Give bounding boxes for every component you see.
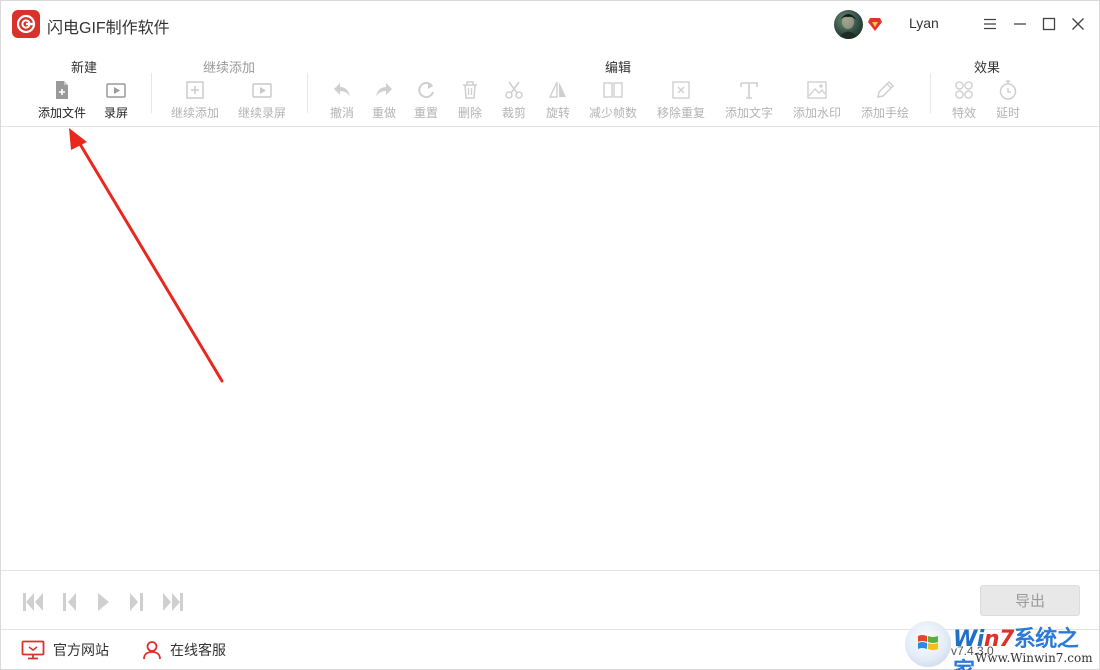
- add-drawing-label: 添加手绘: [860, 106, 909, 120]
- record-camera-icon: [105, 79, 127, 101]
- hamburger-menu-icon: [984, 18, 996, 30]
- rotate-button[interactable]: 旋转: [528, 79, 588, 123]
- user-avatar[interactable]: [834, 10, 863, 39]
- ribbon-toolbar: 新建 继续添加 编辑 效果 添加文件 录屏 继续添加 继续录屏 撤消 重做 重置…: [1, 47, 1099, 127]
- add-drawing-button[interactable]: 添加手绘: [855, 79, 915, 123]
- group-title-edit: 编辑: [604, 60, 632, 75]
- site-watermark: Win7系统之家 Www.Winwin7.com: [901, 619, 1099, 670]
- continue-add-label: 继续添加: [170, 106, 219, 120]
- add-watermark-label: 添加水印: [792, 106, 841, 120]
- online-support-label: 在线客服: [170, 642, 226, 658]
- text-t-icon: [738, 79, 760, 101]
- effects-circles-icon: [953, 79, 975, 101]
- reduce-frames-icon: [602, 79, 624, 101]
- online-support-link[interactable]: 在线客服: [142, 640, 226, 660]
- pencil-icon: [874, 79, 896, 101]
- add-file-label: 添加文件: [37, 106, 86, 120]
- title-bar: 闪电GIF制作软件 Lyan: [1, 1, 1099, 47]
- undo-icon: [331, 79, 353, 101]
- group-title-new: 新建: [70, 60, 98, 75]
- first-frame-button[interactable]: [21, 591, 45, 613]
- play-icon: [98, 593, 109, 611]
- canvas-area[interactable]: [1, 128, 1099, 570]
- stopwatch-icon: [997, 79, 1019, 101]
- app-window: 闪电GIF制作软件 Lyan 新建 继续添加 编辑 效果 添加文件 录屏 继续添…: [0, 0, 1100, 670]
- windows-flag-icon: [918, 635, 938, 650]
- group-title-effects: 效果: [973, 60, 1001, 75]
- monitor-icon: [21, 640, 45, 660]
- add-text-button[interactable]: 添加文字: [719, 79, 779, 123]
- record-screen-button[interactable]: 录屏: [86, 79, 146, 123]
- vip-diamond-icon[interactable]: [867, 16, 883, 32]
- play-button[interactable]: [93, 591, 117, 613]
- rotate-label: 旋转: [545, 106, 570, 120]
- group-title-continue-add: 继续添加: [202, 60, 256, 75]
- app-logo-icon: [12, 10, 40, 38]
- remove-duplicates-button[interactable]: 移除重复: [651, 79, 711, 123]
- trash-icon: [459, 79, 481, 101]
- maximize-button[interactable]: [1038, 13, 1060, 35]
- group-divider: [151, 73, 152, 113]
- continue-add-icon: [184, 79, 206, 101]
- last-frame-button[interactable]: [161, 591, 185, 613]
- record-screen-label: 录屏: [103, 106, 128, 120]
- add-watermark-button[interactable]: 添加水印: [787, 79, 847, 123]
- minimize-button[interactable]: [1009, 13, 1031, 35]
- add-file-button[interactable]: 添加文件: [32, 79, 92, 123]
- username[interactable]: Lyan: [909, 15, 939, 31]
- remove-duplicates-label: 移除重复: [656, 106, 705, 120]
- delay-button[interactable]: 延时: [978, 79, 1038, 123]
- delay-label: 延时: [995, 106, 1020, 120]
- remove-duplicates-icon: [670, 79, 692, 101]
- watermark-url: Www.Winwin7.com: [975, 651, 1093, 665]
- reduce-frames-button[interactable]: 减少帧数: [583, 79, 643, 123]
- next-frame-button[interactable]: [125, 591, 149, 613]
- continue-record-icon: [251, 79, 273, 101]
- official-website-link[interactable]: 官方网站: [21, 640, 109, 660]
- close-icon: [1072, 18, 1084, 30]
- reset-icon: [415, 79, 437, 101]
- previous-frame-button[interactable]: [59, 591, 83, 613]
- flip-triangle-icon: [547, 79, 569, 101]
- continue-add-button[interactable]: 继续添加: [165, 79, 225, 123]
- skip-to-start-icon: [23, 593, 43, 611]
- group-divider: [930, 73, 931, 113]
- reduce-frames-label: 减少帧数: [588, 106, 637, 120]
- menu-button[interactable]: [979, 13, 1001, 35]
- next-frame-icon: [130, 593, 143, 611]
- maximize-icon: [1042, 17, 1056, 31]
- official-website-label: 官方网站: [53, 642, 109, 658]
- scissors-icon: [503, 79, 525, 101]
- annotation-arrow-icon: [69, 128, 224, 383]
- app-title: 闪电GIF制作软件: [47, 20, 170, 37]
- minimize-icon: [1014, 23, 1026, 25]
- previous-frame-icon: [63, 593, 76, 611]
- continue-record-button[interactable]: 继续录屏: [232, 79, 292, 123]
- add-file-icon: [51, 79, 73, 101]
- support-person-icon: [143, 641, 161, 660]
- redo-icon: [373, 79, 395, 101]
- watermark-icon: [806, 79, 828, 101]
- export-button[interactable]: 导出: [980, 585, 1080, 616]
- continue-record-label: 继续录屏: [237, 106, 286, 120]
- close-button[interactable]: [1067, 13, 1089, 35]
- skip-to-end-icon: [163, 593, 183, 611]
- add-text-label: 添加文字: [724, 106, 773, 120]
- group-divider: [307, 73, 308, 113]
